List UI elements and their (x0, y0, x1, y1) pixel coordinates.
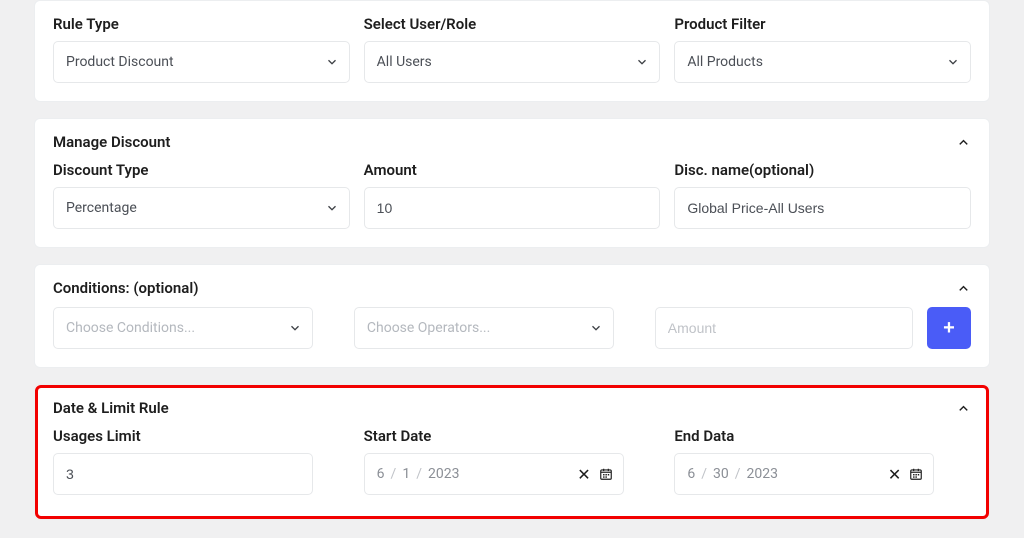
date-separator: / (735, 466, 741, 482)
condition-amount-input[interactable] (655, 307, 913, 349)
user-role-value: All Users (377, 54, 432, 70)
usages-limit-label: Usages Limit (53, 427, 350, 445)
date-limit-panel: Date & Limit Rule Usages Limit Start Dat… (34, 384, 990, 520)
date-limit-heading: Date & Limit Rule (53, 399, 169, 417)
disc-name-label: Disc. name(optional) (674, 161, 971, 179)
start-date-month[interactable]: 6 (377, 466, 385, 482)
start-date-year[interactable]: 2023 (428, 466, 459, 482)
end-date-month[interactable]: 6 (687, 466, 695, 482)
operator-placeholder: Choose Operators... (367, 320, 490, 336)
amount-label: Amount (364, 161, 661, 179)
collapse-toggle[interactable] (956, 135, 971, 150)
chevron-down-icon (946, 42, 960, 82)
calendar-icon[interactable] (909, 467, 923, 481)
amount-field: Amount (364, 161, 661, 229)
chevron-down-icon (325, 188, 339, 228)
manage-discount-heading: Manage Discount (53, 133, 170, 151)
date-separator: / (701, 466, 707, 482)
end-date-label: End Data (674, 427, 971, 445)
plus-icon: + (943, 317, 955, 340)
chevron-down-icon (325, 42, 339, 82)
collapse-toggle[interactable] (956, 281, 971, 296)
usages-limit-input[interactable] (53, 453, 313, 495)
discount-type-value: Percentage (66, 200, 137, 216)
end-date-input[interactable]: 6 / 30 / 2023 ✕ (674, 453, 934, 495)
clear-date-icon[interactable]: ✕ (886, 465, 903, 484)
user-role-select[interactable]: All Users (364, 41, 661, 83)
discount-type-select[interactable]: Percentage (53, 187, 350, 229)
chevron-down-icon (589, 308, 603, 348)
condition-placeholder: Choose Conditions... (66, 320, 195, 336)
user-role-field: Select User/Role All Users (364, 15, 661, 83)
disc-name-field: Disc. name(optional) (674, 161, 971, 229)
end-date-field: End Data 6 / 30 / 2023 ✕ (674, 427, 971, 495)
product-filter-value: All Products (687, 54, 763, 70)
start-date-input[interactable]: 6 / 1 / 2023 ✕ (364, 453, 624, 495)
conditions-heading: Conditions: (optional) (53, 279, 199, 297)
discount-type-field: Discount Type Percentage (53, 161, 350, 229)
rule-type-label: Rule Type (53, 15, 350, 33)
discount-type-label: Discount Type (53, 161, 350, 179)
clear-date-icon[interactable]: ✕ (575, 465, 592, 484)
product-filter-field: Product Filter All Products (674, 15, 971, 83)
user-role-label: Select User/Role (364, 15, 661, 33)
product-filter-select[interactable]: All Products (674, 41, 971, 83)
usages-limit-field: Usages Limit (53, 427, 350, 495)
rule-type-select[interactable]: Product Discount (53, 41, 350, 83)
conditions-panel: Conditions: (optional) Choose Conditions… (34, 264, 990, 368)
rule-type-field: Rule Type Product Discount (53, 15, 350, 83)
manage-discount-panel: Manage Discount Discount Type Percentage… (34, 118, 990, 248)
calendar-icon[interactable] (599, 467, 613, 481)
date-separator: / (391, 466, 397, 482)
condition-select[interactable]: Choose Conditions... (53, 307, 313, 349)
end-date-day[interactable]: 30 (713, 466, 729, 482)
chevron-down-icon (288, 308, 302, 348)
start-date-day[interactable]: 1 (402, 466, 410, 482)
top-settings-panel: Rule Type Product Discount Select User/R… (34, 0, 990, 102)
product-filter-label: Product Filter (674, 15, 971, 33)
operator-select[interactable]: Choose Operators... (354, 307, 614, 349)
rule-type-value: Product Discount (66, 54, 174, 70)
add-condition-button[interactable]: + (927, 307, 971, 349)
start-date-field: Start Date 6 / 1 / 2023 ✕ (364, 427, 661, 495)
disc-name-input[interactable] (674, 187, 971, 229)
chevron-down-icon (635, 42, 649, 82)
end-date-year[interactable]: 2023 (747, 466, 778, 482)
date-separator: / (416, 466, 422, 482)
collapse-toggle[interactable] (956, 401, 971, 416)
amount-input[interactable] (364, 187, 661, 229)
start-date-label: Start Date (364, 427, 661, 445)
